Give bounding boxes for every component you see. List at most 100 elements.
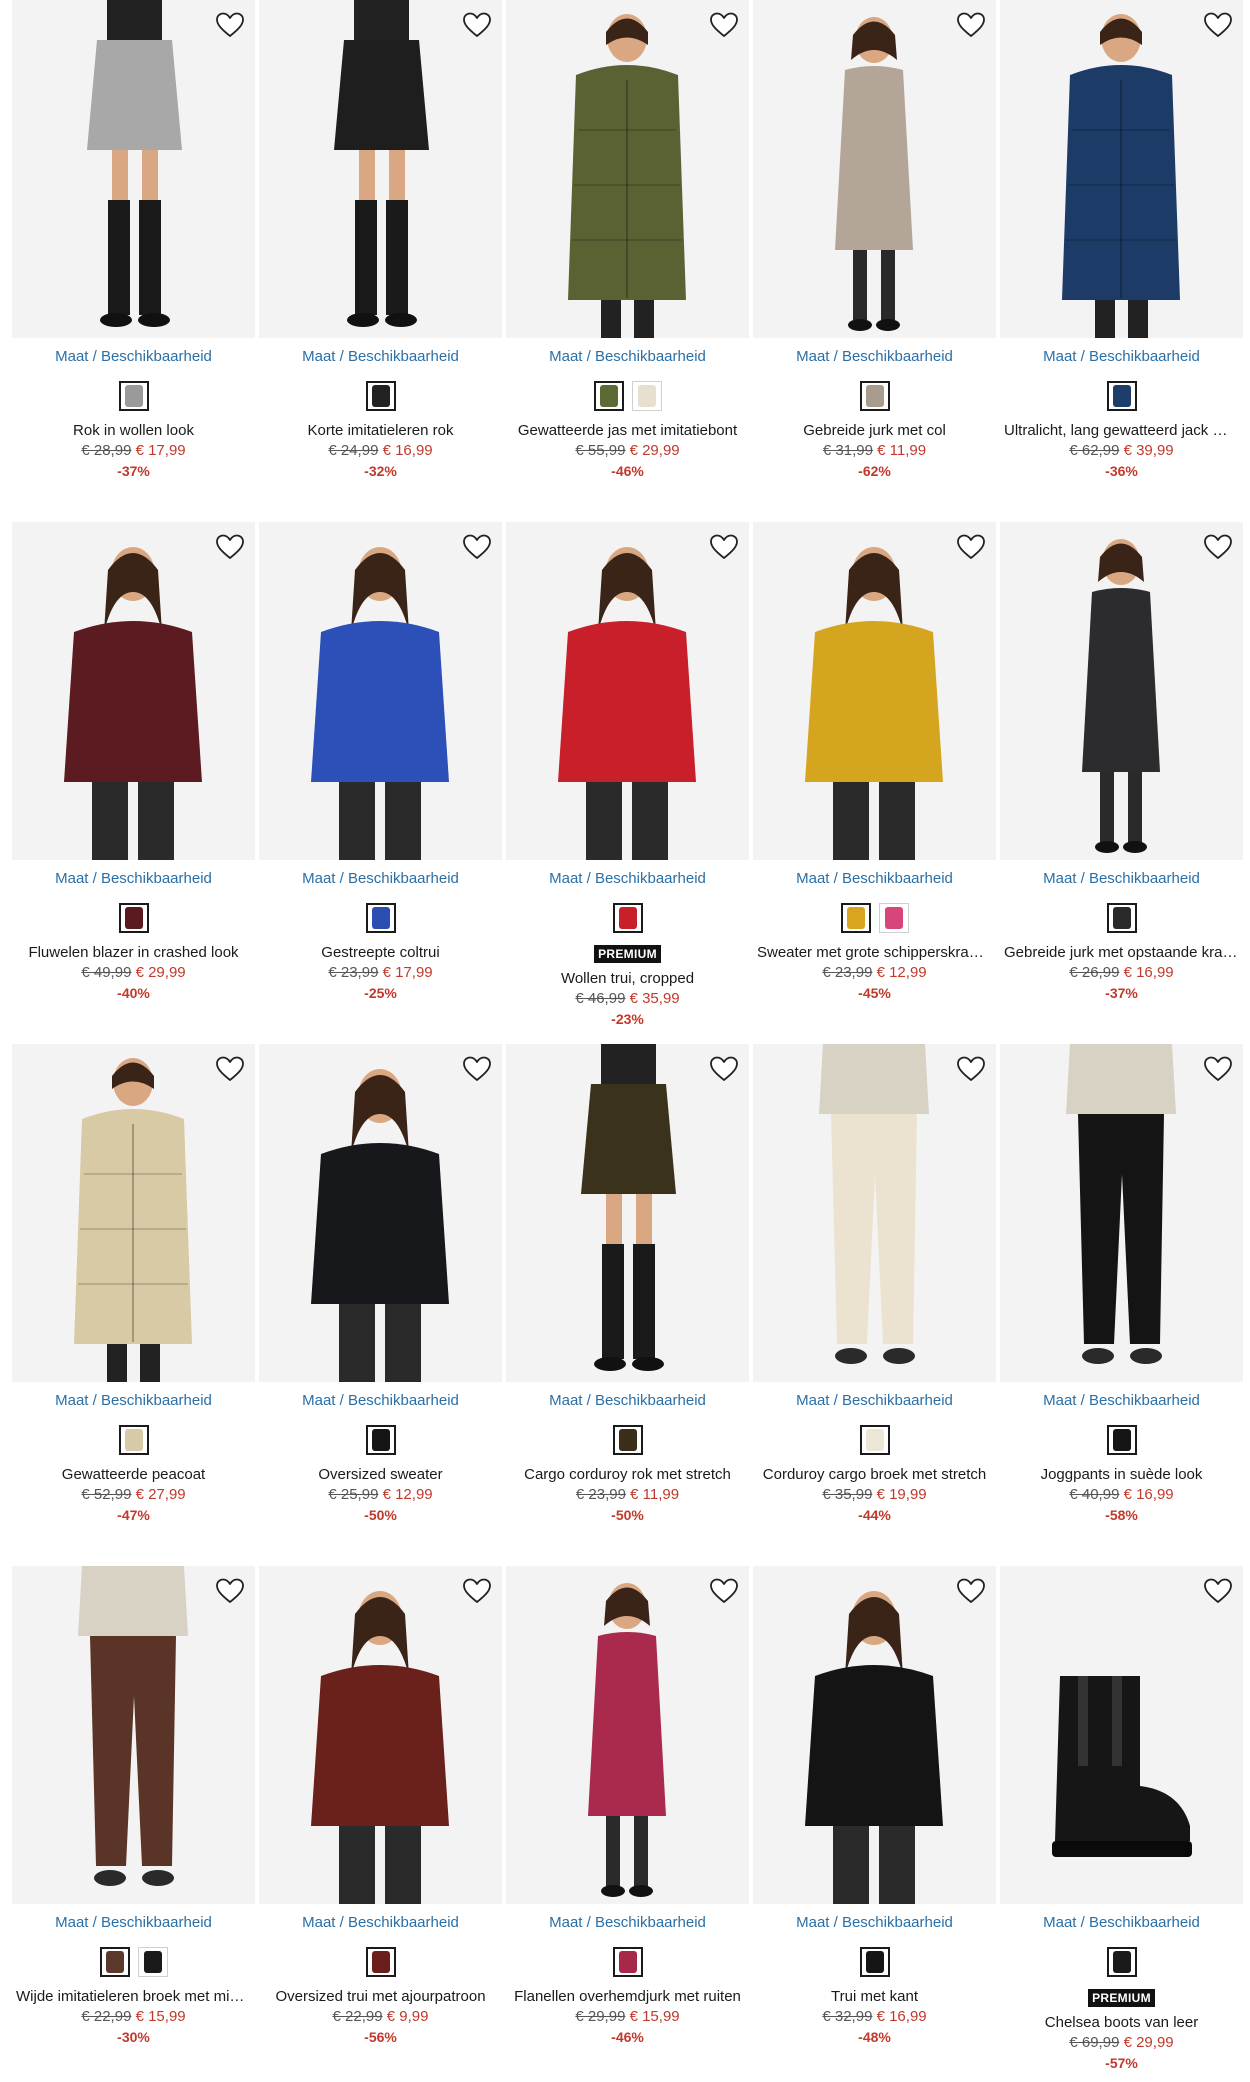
product-title[interactable]: Wijde imitatieleren broek met middelhoge…: [12, 1987, 255, 2007]
product-card[interactable]: Maat / Beschikbaarheid Gestreepte coltrui…: [259, 522, 502, 1042]
product-image[interactable]: [1000, 1044, 1243, 1382]
color-swatch[interactable]: [612, 1425, 643, 1455]
color-swatch[interactable]: [118, 903, 149, 933]
product-image[interactable]: [753, 522, 996, 860]
color-swatch[interactable]: [1106, 1947, 1137, 1977]
heart-icon[interactable]: [1201, 1574, 1235, 1608]
product-image[interactable]: [1000, 522, 1243, 860]
product-title[interactable]: Chelsea boots van leer: [1000, 2013, 1243, 2033]
product-title[interactable]: Ultralicht, lang gewatteerd jack met cap…: [1000, 421, 1243, 441]
product-image[interactable]: [259, 0, 502, 338]
product-title[interactable]: Wollen trui, cropped: [506, 969, 749, 989]
product-title[interactable]: Korte imitatieleren rok: [259, 421, 502, 441]
product-title[interactable]: Corduroy cargo broek met stretch: [753, 1465, 996, 1485]
product-title[interactable]: Gestreepte coltrui: [259, 943, 502, 963]
size-availability-link[interactable]: Maat / Beschikbaarheid: [12, 870, 255, 887]
size-availability-link[interactable]: Maat / Beschikbaarheid: [1000, 1914, 1243, 1931]
product-image[interactable]: [259, 1566, 502, 1904]
heart-icon[interactable]: [460, 8, 494, 42]
size-availability-link[interactable]: Maat / Beschikbaarheid: [12, 1392, 255, 1409]
product-image[interactable]: [506, 522, 749, 860]
product-image[interactable]: [259, 1044, 502, 1382]
product-image[interactable]: [12, 0, 255, 338]
product-card[interactable]: Maat / Beschikbaarheid Joggpants in suède…: [1000, 1044, 1243, 1564]
color-swatch[interactable]: [859, 381, 890, 411]
color-swatch[interactable]: [593, 381, 624, 411]
color-swatch[interactable]: [365, 381, 396, 411]
product-title[interactable]: Fluwelen blazer in crashed look: [12, 943, 255, 963]
product-card[interactable]: Maat / Beschikbaarheid Gebreide jurk met …: [753, 0, 996, 520]
color-swatch[interactable]: [137, 1947, 168, 1977]
color-swatch[interactable]: [99, 1947, 130, 1977]
heart-icon[interactable]: [460, 530, 494, 564]
heart-icon[interactable]: [1201, 8, 1235, 42]
product-card[interactable]: Maat / Beschikbaarheid Gewatteerde jas me…: [506, 0, 749, 520]
heart-icon[interactable]: [707, 1574, 741, 1608]
product-title[interactable]: Oversized sweater: [259, 1465, 502, 1485]
color-swatch[interactable]: [840, 903, 871, 933]
product-title[interactable]: Joggpants in suède look: [1000, 1465, 1243, 1485]
product-title[interactable]: Gebreide jurk met opstaande kraag: [1000, 943, 1243, 963]
heart-icon[interactable]: [954, 530, 988, 564]
product-card[interactable]: Maat / Beschikbaarheid Flanellen overhemd…: [506, 1566, 749, 2082]
size-availability-link[interactable]: Maat / Beschikbaarheid: [506, 1392, 749, 1409]
size-availability-link[interactable]: Maat / Beschikbaarheid: [753, 348, 996, 365]
product-image[interactable]: [12, 1044, 255, 1382]
heart-icon[interactable]: [213, 1574, 247, 1608]
heart-icon[interactable]: [707, 8, 741, 42]
product-title[interactable]: Rok in wollen look: [12, 421, 255, 441]
color-swatch[interactable]: [1106, 903, 1137, 933]
product-image[interactable]: [12, 1566, 255, 1904]
product-card[interactable]: Maat / Beschikbaarheid PREMIUM Wollen trui…: [506, 522, 749, 1042]
color-swatch[interactable]: [1106, 1425, 1137, 1455]
heart-icon[interactable]: [707, 1052, 741, 1086]
size-availability-link[interactable]: Maat / Beschikbaarheid: [259, 1392, 502, 1409]
color-swatch[interactable]: [878, 903, 909, 933]
product-card[interactable]: Maat / Beschikbaarheid Oversized trui met…: [259, 1566, 502, 2082]
size-availability-link[interactable]: Maat / Beschikbaarheid: [506, 348, 749, 365]
heart-icon[interactable]: [1201, 1052, 1235, 1086]
color-swatch[interactable]: [365, 1425, 396, 1455]
product-card[interactable]: Maat / Beschikbaarheid Rok in wollen look…: [12, 0, 255, 520]
color-swatch[interactable]: [118, 1425, 149, 1455]
color-swatch[interactable]: [118, 381, 149, 411]
product-card[interactable]: Maat / Beschikbaarheid Gebreide jurk met …: [1000, 522, 1243, 1042]
heart-icon[interactable]: [954, 1052, 988, 1086]
product-card[interactable]: Maat / Beschikbaarheid Sweater met grote …: [753, 522, 996, 1042]
product-card[interactable]: Maat / Beschikbaarheid Trui met kant € 32,…: [753, 1566, 996, 2082]
product-card[interactable]: Maat / Beschikbaarheid Ultralicht, lang g…: [1000, 0, 1243, 520]
size-availability-link[interactable]: Maat / Beschikbaarheid: [259, 870, 502, 887]
product-card[interactable]: Maat / Beschikbaarheid Korte imitatielere…: [259, 0, 502, 520]
product-title[interactable]: Gebreide jurk met col: [753, 421, 996, 441]
product-card[interactable]: Maat / Beschikbaarheid PREMIUM Chelsea boo…: [1000, 1566, 1243, 2082]
product-title[interactable]: Gewatteerde jas met imitatiebont: [506, 421, 749, 441]
size-availability-link[interactable]: Maat / Beschikbaarheid: [506, 870, 749, 887]
product-card[interactable]: Maat / Beschikbaarheid Cargo corduroy rok…: [506, 1044, 749, 1564]
product-image[interactable]: [506, 0, 749, 338]
product-image[interactable]: [753, 1044, 996, 1382]
heart-icon[interactable]: [707, 530, 741, 564]
size-availability-link[interactable]: Maat / Beschikbaarheid: [753, 870, 996, 887]
product-image[interactable]: [753, 1566, 996, 1904]
product-image[interactable]: [506, 1566, 749, 1904]
product-card[interactable]: Maat / Beschikbaarheid Fluwelen blazer in…: [12, 522, 255, 1042]
product-title[interactable]: Flanellen overhemdjurk met ruiten: [506, 1987, 749, 2007]
product-title[interactable]: Oversized trui met ajourpatroon: [259, 1987, 502, 2007]
heart-icon[interactable]: [954, 1574, 988, 1608]
color-swatch[interactable]: [1106, 381, 1137, 411]
product-image[interactable]: [506, 1044, 749, 1382]
product-title[interactable]: Trui met kant: [753, 1987, 996, 2007]
color-swatch[interactable]: [365, 903, 396, 933]
size-availability-link[interactable]: Maat / Beschikbaarheid: [12, 1914, 255, 1931]
color-swatch[interactable]: [859, 1425, 890, 1455]
product-card[interactable]: Maat / Beschikbaarheid Corduroy cargo bro…: [753, 1044, 996, 1564]
product-title[interactable]: Gewatteerde peacoat: [12, 1465, 255, 1485]
color-swatch[interactable]: [859, 1947, 890, 1977]
product-image[interactable]: [1000, 1566, 1243, 1904]
size-availability-link[interactable]: Maat / Beschikbaarheid: [259, 1914, 502, 1931]
size-availability-link[interactable]: Maat / Beschikbaarheid: [753, 1392, 996, 1409]
product-title[interactable]: Cargo corduroy rok met stretch: [506, 1465, 749, 1485]
product-image[interactable]: [259, 522, 502, 860]
heart-icon[interactable]: [954, 8, 988, 42]
heart-icon[interactable]: [213, 1052, 247, 1086]
